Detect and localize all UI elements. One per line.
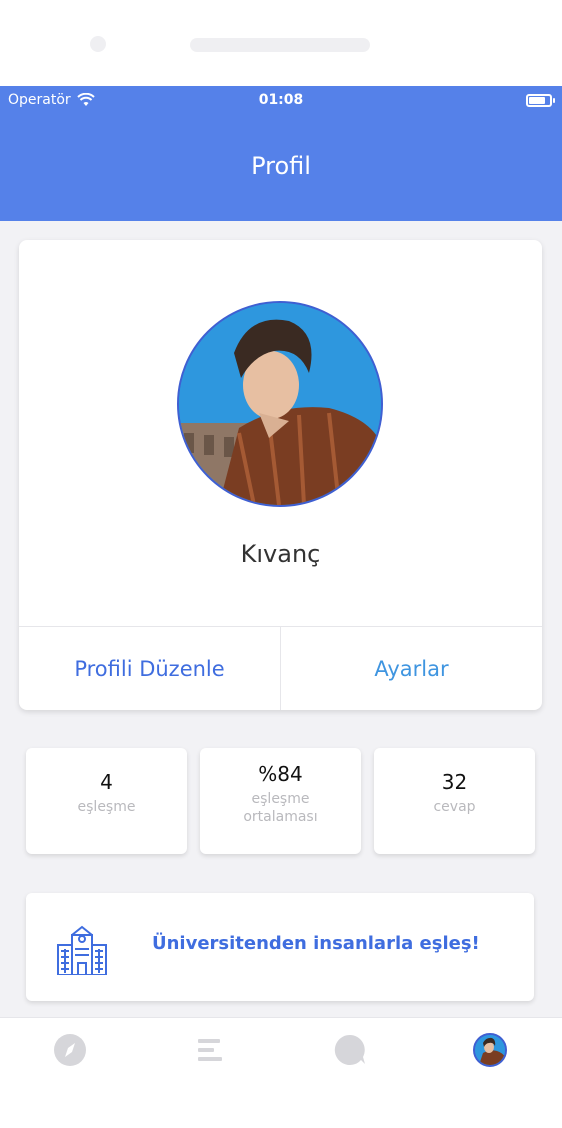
profile-avatar: [473, 1033, 507, 1067]
profile-actions: Profili Düzenle Ayarlar: [19, 626, 542, 710]
profile-avatar: [177, 301, 383, 507]
stat-answers-label: cevap: [433, 799, 476, 815]
profile-card: Kıvanç Profili Düzenle Ayarlar: [19, 240, 542, 710]
stat-matches: 4 eşleşme: [26, 748, 187, 854]
university-match-banner[interactable]: Üniversitenden insanlarla eşleş!: [26, 893, 534, 1001]
stat-matches-value: 4: [100, 770, 113, 794]
main-content: Kıvanç Profili Düzenle Ayarlar 4 eşleşme…: [0, 221, 562, 1017]
device-top-bezel: [0, 0, 562, 86]
stat-matches-label: eşleşme: [77, 799, 136, 815]
chat-bubble-icon: [334, 1034, 365, 1065]
navigation-bar: Profil: [0, 114, 562, 221]
status-time: 01:08: [258, 92, 304, 108]
speaker-grill: [190, 38, 370, 52]
tab-profile[interactable]: [470, 1032, 510, 1068]
tab-messages[interactable]: [330, 1032, 370, 1068]
university-match-text: Üniversitenden insanlarla eşleş!: [152, 933, 480, 954]
page-title: Profil: [251, 152, 311, 180]
menu-lines-icon: [198, 1039, 222, 1061]
edit-profile-button[interactable]: Profili Düzenle: [19, 627, 281, 710]
stat-match-average-label: eşleşme ortalaması: [243, 791, 318, 825]
school-building-icon: [57, 925, 107, 975]
settings-button[interactable]: Ayarlar: [281, 627, 542, 710]
stat-match-average: %84 eşleşme ortalaması: [200, 748, 361, 854]
stat-answers: 32 cevap: [374, 748, 535, 854]
status-bar: Operatör 01:08: [0, 86, 562, 114]
tab-discover[interactable]: [50, 1032, 90, 1068]
tab-bar: [0, 1017, 562, 1083]
camera-dot: [90, 36, 106, 52]
stat-match-average-value: %84: [258, 762, 303, 786]
compass-icon: [54, 1034, 86, 1066]
profile-name: Kıvanç: [240, 540, 321, 568]
stats-row: 4 eşleşme %84 eşleşme ortalaması 32 ceva…: [26, 748, 536, 854]
battery-icon: [526, 94, 555, 107]
stat-answers-value: 32: [441, 770, 468, 794]
tab-feed[interactable]: [190, 1032, 230, 1068]
